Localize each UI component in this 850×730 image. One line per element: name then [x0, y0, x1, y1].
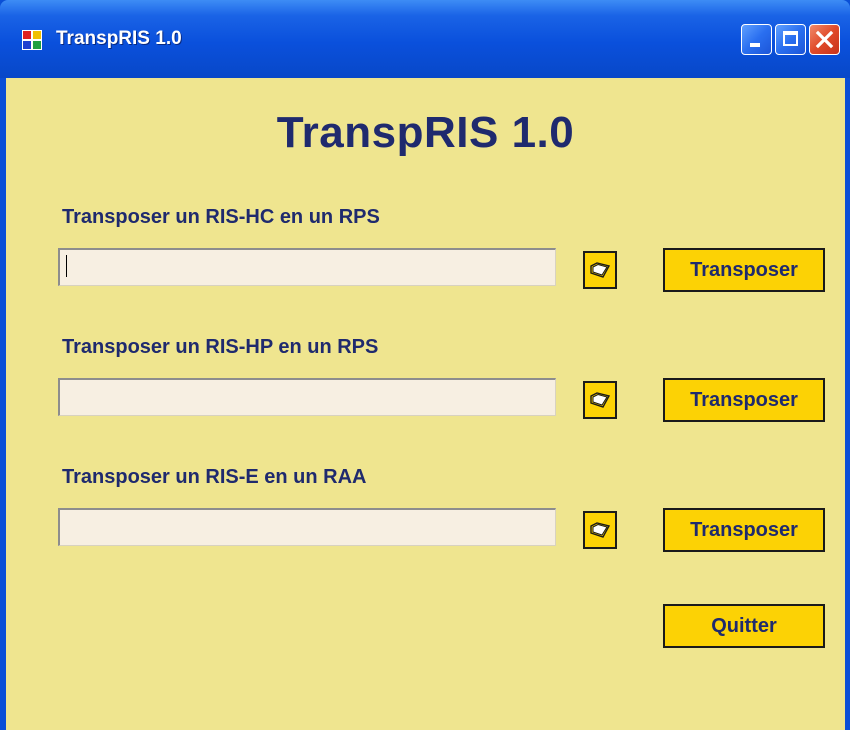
- maximize-icon: [783, 31, 798, 46]
- close-button[interactable]: [809, 24, 840, 55]
- browse-ris-hp-button[interactable]: [583, 381, 617, 419]
- close-icon: [815, 30, 834, 49]
- maximize-button[interactable]: [775, 24, 806, 55]
- section-label-ris-hp: Transposer un RIS-HP en un RPS: [62, 336, 379, 358]
- transposer-ris-hp-button[interactable]: Transposer: [663, 378, 825, 422]
- transposer-ris-hc-button[interactable]: Transposer: [663, 248, 825, 292]
- folder-open-icon: [590, 392, 611, 408]
- window-title: TranspRIS 1.0: [56, 28, 182, 49]
- quit-button[interactable]: Quitter: [663, 604, 825, 648]
- text-caret: [58, 248, 78, 286]
- app-window-icon[interactable]: [22, 30, 42, 50]
- ris-hp-path-input[interactable]: [58, 378, 556, 416]
- minimize-button[interactable]: [741, 24, 772, 55]
- client-area: TranspRIS 1.0 Transposer un RIS-HC en un…: [6, 78, 845, 730]
- minimize-icon: [750, 43, 760, 47]
- browse-ris-hc-button[interactable]: [583, 251, 617, 289]
- title-bar[interactable]: TranspRIS 1.0: [0, 0, 850, 78]
- ris-hc-path-input[interactable]: [58, 248, 556, 286]
- ris-e-path-input[interactable]: [58, 508, 556, 546]
- folder-open-icon: [590, 522, 611, 538]
- browse-ris-e-button[interactable]: [583, 511, 617, 549]
- folder-open-icon: [590, 262, 611, 278]
- transposer-ris-e-button[interactable]: Transposer: [663, 508, 825, 552]
- section-label-ris-e: Transposer un RIS-E en un RAA: [62, 466, 367, 488]
- section-label-ris-hc: Transposer un RIS-HC en un RPS: [62, 206, 380, 228]
- app-window: TranspRIS 1.0 TranspRIS 1.0 Transposer u…: [0, 0, 850, 730]
- page-title: TranspRIS 1.0: [276, 108, 575, 157]
